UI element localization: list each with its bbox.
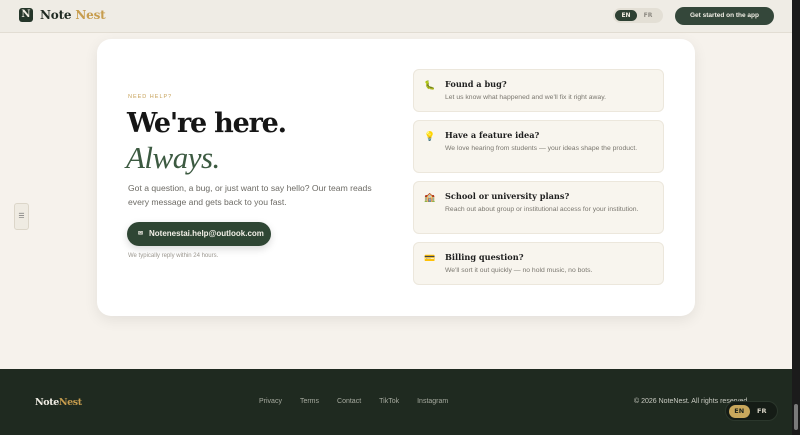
side-menu-tab[interactable]: ☰	[14, 203, 29, 230]
brand-logo[interactable]: N Note Nest	[19, 8, 106, 22]
logo-word-note: Note	[40, 8, 72, 22]
topic-card-school[interactable]: 🏫 School or university plans? Reach out …	[413, 181, 664, 234]
footer-lang-fr-button[interactable]: FR	[752, 405, 773, 418]
footer-link-contact[interactable]: Contact	[337, 398, 361, 405]
topic-description: Reach out about group or institutional a…	[445, 206, 639, 213]
footer-links: Privacy Terms Contact TikTok Instagram	[259, 398, 466, 405]
footer-link-privacy[interactable]: Privacy	[259, 398, 282, 405]
mail-icon: ✉	[138, 231, 144, 237]
topic-description: Let us know what happened and we'll fix …	[445, 94, 606, 101]
email-address: Notenestai.help@outlook.com	[149, 229, 264, 238]
topic-card-feature[interactable]: 💡 Have a feature idea? We love hearing f…	[413, 120, 664, 173]
email-button[interactable]: ✉ Notenestai.help@outlook.com	[127, 222, 271, 246]
bug-icon: 🐛	[424, 81, 436, 91]
topic-title: Have a feature idea?	[445, 130, 540, 140]
footer-link-instagram[interactable]: Instagram	[417, 398, 448, 405]
footer-logo-nest: Nest	[58, 397, 82, 408]
logo-mark-icon: N	[19, 8, 33, 22]
footer-lang-en-button[interactable]: EN	[729, 404, 750, 418]
logo-word-nest: Nest	[75, 8, 106, 22]
footer-language-toggle: EN FR	[725, 401, 778, 421]
page-title: We're here.	[127, 108, 287, 139]
footer-link-tiktok[interactable]: TikTok	[379, 398, 399, 405]
footer-link-terms[interactable]: Terms	[300, 398, 319, 405]
top-nav	[0, 0, 792, 33]
footer-logo-note: Note	[35, 397, 59, 408]
school-icon: 🏫	[424, 193, 436, 203]
get-started-button[interactable]: Get started on the app	[675, 7, 774, 25]
topic-description: We love hearing from students — your ide…	[445, 145, 638, 152]
topic-card-billing[interactable]: 💳 Billing question? We'll sort it out qu…	[413, 242, 664, 285]
lightbulb-icon: 💡	[424, 132, 436, 142]
logo-wordmark: Note Nest	[40, 8, 106, 22]
language-toggle: EN FR	[613, 8, 663, 23]
intro-text: Got a question, a bug, or just want to s…	[128, 183, 372, 207]
menu-lines-icon: ☰	[18, 212, 25, 220]
topic-title: School or university plans?	[445, 191, 570, 201]
topic-description: We'll sort it out quickly — no hold musi…	[445, 267, 593, 274]
lang-en-button[interactable]: EN	[615, 10, 637, 21]
topic-title: Found a bug?	[445, 79, 507, 89]
credit-card-icon: 💳	[424, 254, 436, 264]
scrollbar-thumb[interactable]	[794, 404, 798, 430]
footer-logo[interactable]: NoteNest	[35, 397, 82, 408]
scrollbar-track[interactable]	[792, 0, 800, 435]
page-title-italic: Always.	[126, 140, 220, 175]
topic-title: Billing question?	[445, 252, 524, 262]
topic-card-bug[interactable]: 🐛 Found a bug? Let us know what happened…	[413, 69, 664, 112]
reply-time-note: We typically reply within 24 hours.	[128, 253, 219, 259]
lang-fr-button[interactable]: FR	[637, 10, 659, 21]
eyebrow-label: NEED HELP?	[128, 94, 173, 100]
